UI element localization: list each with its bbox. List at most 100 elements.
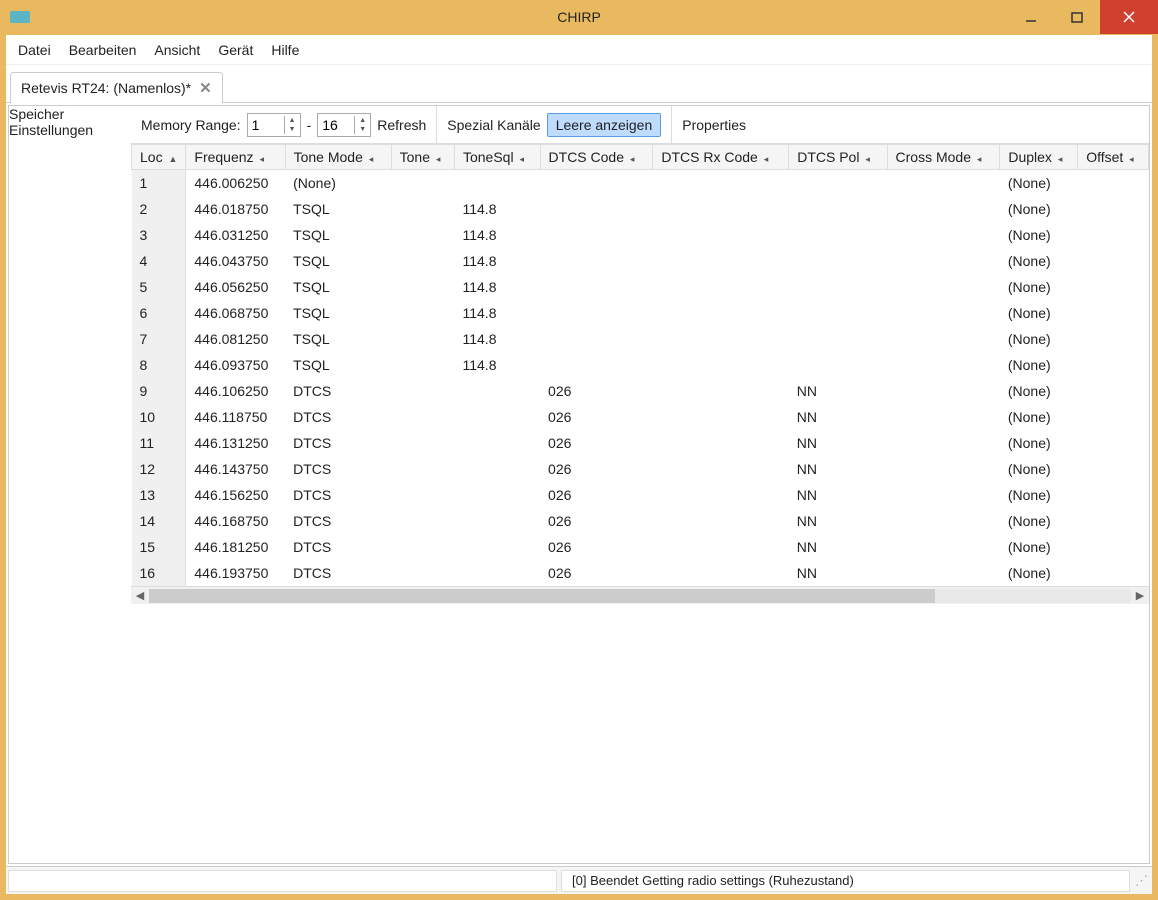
leere-anzeigen-toggle[interactable]: Leere anzeigen [547, 113, 662, 137]
cell-dtcs[interactable]: 026 [540, 508, 653, 534]
cell-dtcspol[interactable] [789, 222, 887, 248]
cell-tone[interactable] [391, 222, 454, 248]
cell-duplex[interactable]: (None) [1000, 248, 1078, 274]
cell-dtcspol[interactable]: NN [789, 404, 887, 430]
cell-tmode[interactable]: TSQL [285, 196, 391, 222]
column-header[interactable]: Tone ◂ [391, 145, 454, 170]
cell-duplex[interactable]: (None) [1000, 326, 1078, 352]
cell-freq[interactable]: 446.143750 [186, 456, 285, 482]
cell-cross[interactable] [887, 300, 1000, 326]
cell-freq[interactable]: 446.031250 [186, 222, 285, 248]
cell-offset[interactable] [1078, 352, 1149, 378]
cell-dtcsrx[interactable] [653, 534, 789, 560]
spinner-arrows[interactable]: ▲▼ [354, 116, 370, 134]
cell-dtcsrx[interactable] [653, 508, 789, 534]
scroll-track[interactable] [149, 589, 1131, 603]
cell-freq[interactable]: 446.106250 [186, 378, 285, 404]
cell-offset[interactable] [1078, 196, 1149, 222]
cell-tone[interactable] [391, 378, 454, 404]
cell-tone[interactable] [391, 326, 454, 352]
cell-tmode[interactable]: DTCS [285, 430, 391, 456]
table-row[interactable]: 8446.093750TSQL114.8(None) [132, 352, 1149, 378]
cell-duplex[interactable]: (None) [1000, 222, 1078, 248]
side-einstellungen[interactable]: Einstellungen [9, 122, 131, 138]
table-row[interactable]: 6446.068750TSQL114.8(None) [132, 300, 1149, 326]
cell-cross[interactable] [887, 404, 1000, 430]
cell-loc[interactable]: 9 [132, 378, 186, 404]
cell-loc[interactable]: 5 [132, 274, 186, 300]
cell-loc[interactable]: 13 [132, 482, 186, 508]
cell-tsql[interactable] [454, 456, 540, 482]
column-header[interactable]: Cross Mode ◂ [887, 145, 1000, 170]
column-header[interactable]: ToneSql ◂ [454, 145, 540, 170]
cell-offset[interactable] [1078, 508, 1149, 534]
cell-dtcs[interactable]: 026 [540, 430, 653, 456]
side-speicher[interactable]: Speicher [9, 106, 131, 122]
column-header[interactable]: Loc ▲ [132, 145, 186, 170]
cell-tmode[interactable]: DTCS [285, 534, 391, 560]
scroll-left-icon[interactable]: ◀ [131, 589, 149, 602]
cell-dtcs[interactable]: 026 [540, 482, 653, 508]
cell-dtcspol[interactable]: NN [789, 482, 887, 508]
cell-dtcsrx[interactable] [653, 196, 789, 222]
cell-tmode[interactable]: (None) [285, 170, 391, 197]
cell-tone[interactable] [391, 534, 454, 560]
cell-offset[interactable] [1078, 248, 1149, 274]
cell-loc[interactable]: 2 [132, 196, 186, 222]
cell-cross[interactable] [887, 222, 1000, 248]
properties-button[interactable]: Properties [682, 117, 746, 133]
column-header[interactable]: DTCS Pol ◂ [789, 145, 887, 170]
cell-tone[interactable] [391, 430, 454, 456]
cell-offset[interactable] [1078, 560, 1149, 586]
cell-tone[interactable] [391, 352, 454, 378]
menu-geraet[interactable]: Gerät [218, 42, 253, 58]
table-row[interactable]: 15446.181250DTCS026NN(None) [132, 534, 1149, 560]
chevron-up-icon[interactable]: ▲ [355, 116, 370, 125]
cell-dtcspol[interactable] [789, 170, 887, 197]
cell-freq[interactable]: 446.018750 [186, 196, 285, 222]
cell-cross[interactable] [887, 352, 1000, 378]
table-row[interactable]: 11446.131250DTCS026NN(None) [132, 430, 1149, 456]
resize-grip-icon[interactable]: ⋰ [1132, 873, 1152, 889]
cell-tmode[interactable]: TSQL [285, 352, 391, 378]
cell-offset[interactable] [1078, 326, 1149, 352]
cell-offset[interactable] [1078, 170, 1149, 197]
cell-cross[interactable] [887, 196, 1000, 222]
cell-tmode[interactable]: TSQL [285, 326, 391, 352]
cell-offset[interactable] [1078, 404, 1149, 430]
cell-freq[interactable]: 446.168750 [186, 508, 285, 534]
chevron-down-icon[interactable]: ▼ [355, 125, 370, 134]
cell-dtcs[interactable]: 026 [540, 456, 653, 482]
cell-dtcsrx[interactable] [653, 378, 789, 404]
menu-datei[interactable]: Datei [18, 42, 51, 58]
column-header[interactable]: DTCS Code ◂ [540, 145, 653, 170]
table-wrap[interactable]: Loc ▲Frequenz ◂Tone Mode ◂Tone ◂ToneSql … [131, 144, 1149, 586]
cell-loc[interactable]: 10 [132, 404, 186, 430]
cell-dtcsrx[interactable] [653, 274, 789, 300]
table-row[interactable]: 9446.106250DTCS026NN(None) [132, 378, 1149, 404]
cell-cross[interactable] [887, 430, 1000, 456]
cell-offset[interactable] [1078, 300, 1149, 326]
cell-dtcs[interactable] [540, 326, 653, 352]
cell-freq[interactable]: 446.006250 [186, 170, 285, 197]
cell-tsql[interactable] [454, 378, 540, 404]
range-from-input[interactable] [248, 115, 284, 135]
cell-dtcsrx[interactable] [653, 456, 789, 482]
cell-cross[interactable] [887, 456, 1000, 482]
cell-offset[interactable] [1078, 378, 1149, 404]
cell-offset[interactable] [1078, 482, 1149, 508]
cell-dtcs[interactable]: 026 [540, 378, 653, 404]
cell-cross[interactable] [887, 508, 1000, 534]
cell-cross[interactable] [887, 534, 1000, 560]
cell-dtcs[interactable] [540, 274, 653, 300]
cell-dtcsrx[interactable] [653, 482, 789, 508]
cell-duplex[interactable]: (None) [1000, 482, 1078, 508]
cell-tmode[interactable]: DTCS [285, 508, 391, 534]
spinner-arrows[interactable]: ▲▼ [284, 116, 300, 134]
column-header[interactable]: Duplex ◂ [1000, 145, 1078, 170]
cell-tsql[interactable] [454, 534, 540, 560]
refresh-button[interactable]: Refresh [377, 117, 426, 133]
column-header[interactable]: Offset ◂ [1078, 145, 1149, 170]
cell-tmode[interactable]: TSQL [285, 248, 391, 274]
cell-tsql[interactable] [454, 482, 540, 508]
